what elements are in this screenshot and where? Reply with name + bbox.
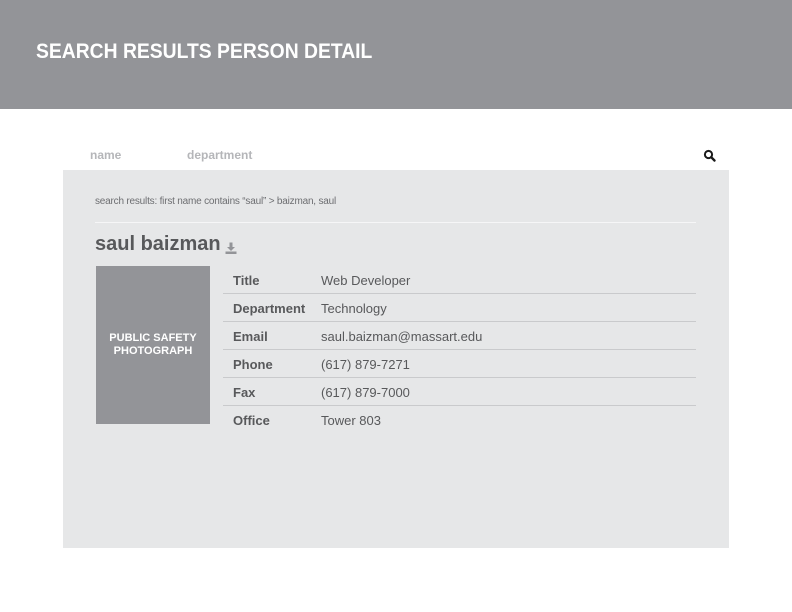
person-detail-panel: search results: first name contains “sau… [63, 170, 729, 548]
photo-label: PUBLIC SAFETY PHOTOGRAPH [103, 332, 203, 358]
breadcrumb: search results: first name contains “sau… [95, 196, 337, 207]
detail-value: Tower 803 [321, 413, 381, 428]
detail-label: Department [233, 301, 306, 316]
download-icon [225, 242, 237, 254]
person-photo-placeholder: PUBLIC SAFETY PHOTOGRAPH [96, 266, 210, 424]
page-title: SEARCH RESULTS PERSON DETAIL [36, 40, 373, 63]
photo-label-line1: PUBLIC SAFETY [109, 332, 197, 344]
divider [95, 222, 696, 223]
detail-value: (617) 879-7271 [321, 357, 410, 372]
detail-row-email: Email saul.baizman@massart.edu [223, 322, 696, 350]
tab-name[interactable]: name [90, 148, 121, 162]
photo-label-line2: PHOTOGRAPH [113, 345, 193, 357]
detail-label: Email [233, 329, 268, 344]
email-link[interactable]: saul.baizman@massart.edu [321, 329, 482, 344]
detail-label: Office [233, 413, 270, 428]
detail-row-office: Office Tower 803 [223, 406, 696, 433]
search-button[interactable] [702, 148, 718, 164]
detail-value: Web Developer [321, 273, 411, 288]
person-name: saul baizman [95, 233, 221, 255]
detail-row-phone: Phone (617) 879-7271 [223, 350, 696, 378]
person-details-table: Title Web Developer Department Technolog… [223, 266, 696, 433]
detail-row-department: Department Technology [223, 294, 696, 322]
detail-label: Phone [233, 357, 273, 372]
detail-value: (617) 879-7000 [321, 385, 410, 400]
detail-row-title: Title Web Developer [223, 266, 696, 294]
search-icon [703, 149, 716, 162]
detail-row-fax: Fax (617) 879-7000 [223, 378, 696, 406]
detail-value: Technology [321, 301, 387, 316]
detail-label: Fax [233, 385, 256, 400]
page-header: SEARCH RESULTS PERSON DETAIL [0, 0, 792, 109]
tab-department[interactable]: department [187, 148, 252, 162]
detail-label: Title [233, 273, 260, 288]
download-button[interactable] [225, 241, 237, 254]
